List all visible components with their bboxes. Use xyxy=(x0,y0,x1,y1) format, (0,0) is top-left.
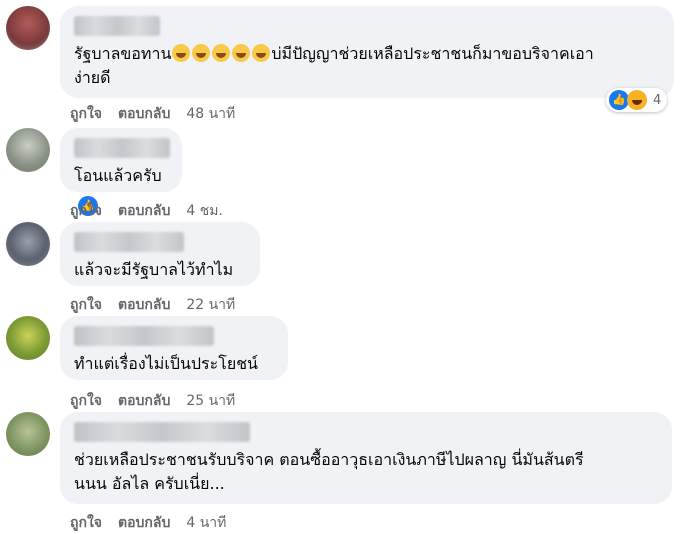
timestamp[interactable]: 22 นาที xyxy=(186,294,235,316)
avatar[interactable] xyxy=(6,6,50,50)
like-button[interactable]: ถูกใจ xyxy=(70,390,102,412)
reaction-count: 4 xyxy=(653,92,662,108)
grinning-emoji-icon xyxy=(192,44,211,62)
blurred-author-name[interactable] xyxy=(74,232,184,252)
comment-actions: ถูกใจ ตอบกลับ 25 นาที xyxy=(70,390,235,412)
comment-actions: ถูกใจ ตอบกลับ 48 นาที xyxy=(70,103,235,125)
comment-actions: ถูกใจ ตอบกลับ 22 นาที xyxy=(70,294,235,316)
comment-actions: ถูกใจ ตอบกลับ 4 ชม. xyxy=(70,200,223,222)
comment-text-line1: ช่วยเหลือประชาชนรับบริจาค ตอนซื้ออาวุธเอ… xyxy=(74,450,584,469)
comment-text: แล้วจะมีรัฐบาลไว้ทำไม xyxy=(74,260,234,279)
reply-button[interactable]: ตอบกลับ xyxy=(118,512,170,534)
grinning-emoji-icon xyxy=(232,44,251,62)
comment-bubble: ช่วยเหลือประชาชนรับบริจาค ตอนซื้ออาวุธเอ… xyxy=(60,412,672,504)
comment-text: ทำแต่เรื่องไม่เป็นประโยชน์ xyxy=(74,354,258,373)
reply-button[interactable]: ตอบกลับ xyxy=(118,200,170,222)
grinning-emoji-icon xyxy=(252,44,271,62)
avatar[interactable] xyxy=(6,412,50,456)
blurred-author-name[interactable] xyxy=(74,422,250,442)
comment-text-line2: ง่ายดี xyxy=(74,68,111,87)
comment-text: รัฐบาลขอทาน บ่มีปัญญาช่วยเหลือประชาชนก็มา… xyxy=(74,42,660,66)
like-button[interactable]: ถูกใจ xyxy=(70,294,102,316)
comment-text-line2: นนน อัลไล ครับเนี่ย... xyxy=(74,474,225,493)
reply-button[interactable]: ตอบกลับ xyxy=(118,294,170,316)
timestamp[interactable]: 4 นาที xyxy=(186,512,226,534)
grinning-emoji-icon xyxy=(172,44,191,62)
comment-actions: ถูกใจ ตอบกลับ 4 นาที xyxy=(70,512,226,534)
comment-bubble: โอนแล้วครับ👍 xyxy=(60,128,182,216)
like-button[interactable]: ถูกใจ xyxy=(70,200,102,222)
haha-icon xyxy=(627,90,647,110)
like-icon: 👍 xyxy=(609,90,629,110)
reaction-summary[interactable]: 👍 4 xyxy=(606,88,668,112)
comment-bubble: รัฐบาลขอทาน บ่มีปัญญาช่วยเหลือประชาชนก็มา… xyxy=(60,6,674,98)
timestamp[interactable]: 25 นาที xyxy=(186,390,235,412)
comment-bubble: แล้วจะมีรัฐบาลไว้ทำไม xyxy=(60,222,260,286)
comment-text-part: บ่มีปัญญาช่วยเหลือประชาชนก็มาขอบริจาคเอา xyxy=(271,44,594,63)
grinning-emoji-icon xyxy=(212,44,231,62)
avatar[interactable] xyxy=(6,222,50,266)
comment-text-part: โอนแล้วครับ xyxy=(74,166,162,185)
blurred-author-name[interactable] xyxy=(74,326,214,346)
comment-bubble: ทำแต่เรื่องไม่เป็นประโยชน์ xyxy=(60,316,288,380)
timestamp[interactable]: 48 นาที xyxy=(186,103,235,125)
reply-button[interactable]: ตอบกลับ xyxy=(118,390,170,412)
reply-button[interactable]: ตอบกลับ xyxy=(118,103,170,125)
like-button[interactable]: ถูกใจ xyxy=(70,512,102,534)
timestamp[interactable]: 4 ชม. xyxy=(186,200,223,222)
like-button[interactable]: ถูกใจ xyxy=(70,103,102,125)
blurred-author-name[interactable] xyxy=(74,138,170,158)
comment-text-part: รัฐบาลขอทาน xyxy=(74,44,172,63)
avatar[interactable] xyxy=(6,128,50,172)
blurred-author-name[interactable] xyxy=(74,16,160,36)
avatar[interactable] xyxy=(6,316,50,360)
